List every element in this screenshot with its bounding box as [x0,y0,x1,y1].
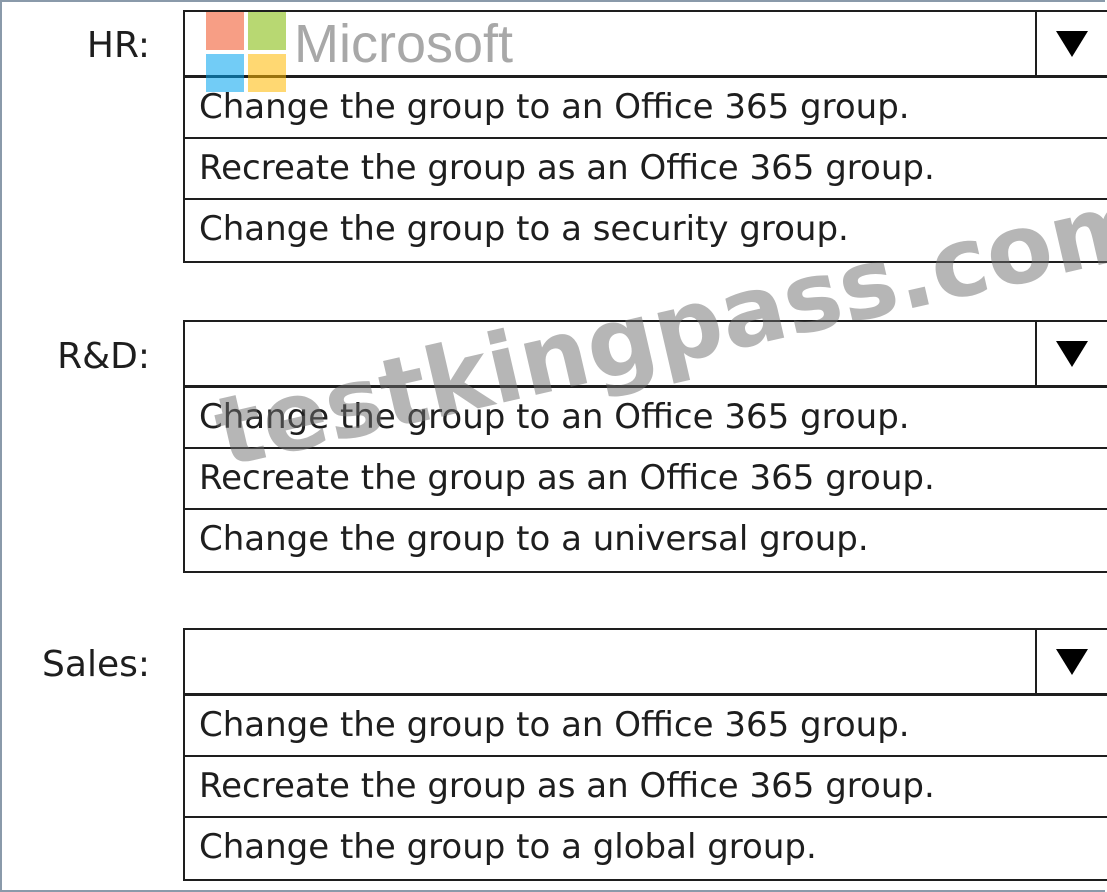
hr-option-office365-change[interactable]: Change the group to an Office 365 group. [185,78,1107,139]
arrow-down-icon [1056,648,1088,675]
logo-yellow-square [248,54,286,92]
sales-select-box[interactable] [185,630,1107,696]
microsoft-logo [206,12,286,92]
sales-dropdown-toggle[interactable] [1035,630,1107,693]
rd-select-box[interactable] [185,322,1107,388]
rd-label: R&D: [57,336,150,377]
sales-label: Sales: [42,644,150,685]
hr-option-security[interactable]: Change the group to a security group. [185,200,1107,261]
arrow-down-icon [1056,340,1088,367]
microsoft-wordmark: Microsoft [294,14,514,74]
rd-option-universal[interactable]: Change the group to a universal group. [185,510,1107,571]
hr-option-office365-recreate[interactable]: Recreate the group as an Office 365 grou… [185,139,1107,200]
sales-dropdown[interactable]: Change the group to an Office 365 group.… [183,628,1107,881]
rd-dropdown-toggle[interactable] [1035,322,1107,385]
arrow-down-icon [1056,30,1088,57]
sales-option-office365-recreate[interactable]: Recreate the group as an Office 365 grou… [185,757,1107,818]
logo-green-square [248,12,286,50]
rd-option-office365-recreate[interactable]: Recreate the group as an Office 365 grou… [185,449,1107,510]
hr-dropdown-toggle[interactable] [1035,12,1107,75]
logo-blue-square [206,54,244,92]
logo-red-square [206,12,244,50]
rd-option-office365-change[interactable]: Change the group to an Office 365 group. [185,388,1107,449]
rd-dropdown[interactable]: Change the group to an Office 365 group.… [183,320,1107,573]
sales-option-global[interactable]: Change the group to a global group. [185,818,1107,879]
sales-option-office365-change[interactable]: Change the group to an Office 365 group. [185,696,1107,757]
hr-label: HR: [86,25,150,66]
